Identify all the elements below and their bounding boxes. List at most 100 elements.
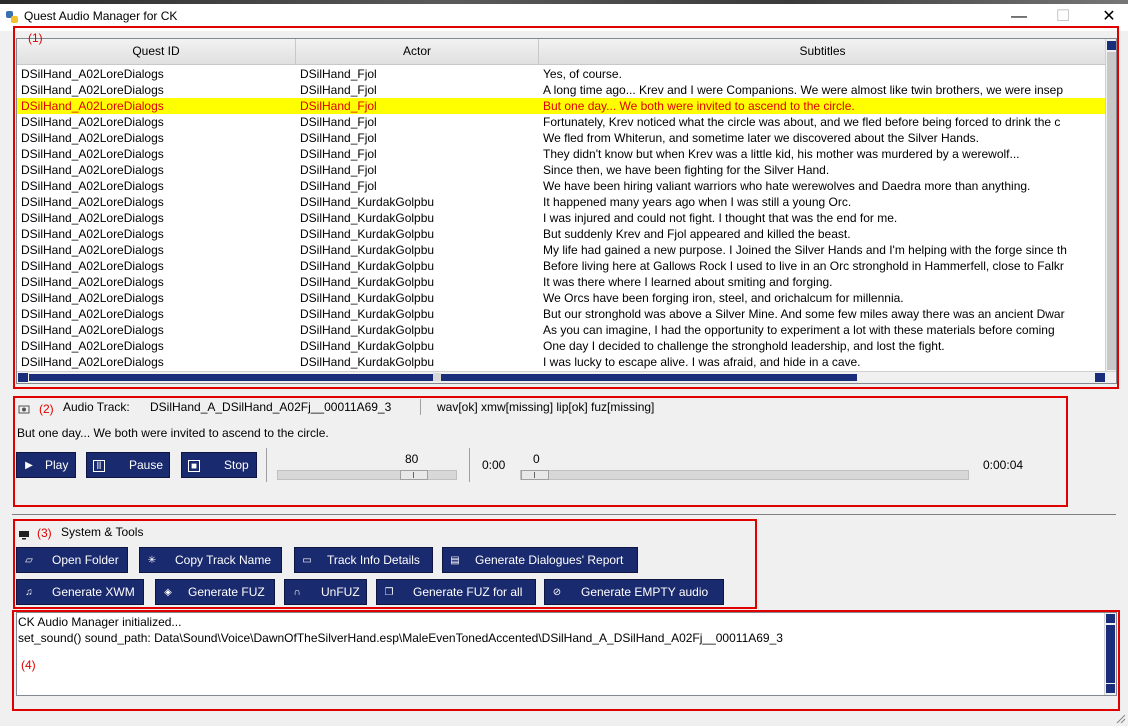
table-row[interactable]: DSilHand_A02LoreDialogs DSilHand_Fjol Fort…	[17, 114, 1107, 130]
copy-track-name-button[interactable]: ✳ Copy Track Name	[139, 547, 282, 573]
cell-quest-id: DSilHand_A02LoreDialogs	[21, 259, 164, 273]
scroll-left-arrow-icon[interactable]	[18, 373, 28, 382]
table-row[interactable]: DSilHand_A02LoreDialogs DSilHand_Fjol But …	[17, 98, 1107, 114]
cell-subtitle: It was there where I learned about smiti…	[543, 275, 833, 289]
cell-actor: DSilHand_KurdakGolpbu	[300, 211, 435, 225]
scroll-up-arrow-icon[interactable]	[1107, 41, 1116, 50]
log-output[interactable]: CK Audio Manager initialized... set_soun…	[16, 612, 1117, 696]
volume-slider-handle[interactable]	[400, 470, 428, 480]
dialog-table[interactable]: Quest ID Actor Subtitles DSilHand_A02Lor…	[16, 38, 1117, 384]
stop-button[interactable]: ■ Stop	[181, 452, 257, 478]
play-button[interactable]: ▶ Play	[16, 452, 76, 478]
volume-value: 80	[405, 452, 419, 466]
table-row[interactable]: DSilHand_A02LoreDialogs DSilHand_KurdakGo…	[17, 210, 1107, 226]
cell-subtitle: I was injured and could not fight. I tho…	[543, 211, 898, 225]
table-row[interactable]: DSilHand_A02LoreDialogs DSilHand_KurdakGo…	[17, 338, 1107, 354]
minimize-button[interactable]: —	[996, 6, 1042, 28]
cell-quest-id: DSilHand_A02LoreDialogs	[21, 83, 164, 97]
table-row[interactable]: DSilHand_A02LoreDialogs DSilHand_KurdakGo…	[17, 290, 1107, 306]
scroll-down-arrow-icon[interactable]	[1106, 684, 1115, 693]
column-header-actor[interactable]: Actor	[296, 39, 539, 64]
annotation-label-1: (1)	[28, 31, 43, 45]
table-header: Quest ID Actor Subtitles	[17, 39, 1107, 65]
log-line: set_sound() sound_path: Data\Sound\Voice…	[18, 631, 783, 645]
table-row[interactable]: DSilHand_A02LoreDialogs DSilHand_KurdakGo…	[17, 258, 1107, 274]
cell-quest-id: DSilHand_A02LoreDialogs	[21, 339, 164, 353]
generate-fuz-button[interactable]: ◈ Generate FUZ	[155, 579, 275, 605]
table-row[interactable]: DSilHand_A02LoreDialogs DSilHand_KurdakGo…	[17, 322, 1107, 338]
cell-actor: DSilHand_Fjol	[300, 99, 377, 113]
pause-button[interactable]: ll Pause	[86, 452, 170, 478]
audio-track-name: DSilHand_A_DSilHand_A02Fj__00011A69_3	[150, 400, 392, 414]
generate-empty-audio-label: Generate EMPTY audio	[581, 585, 709, 599]
cell-subtitle: Yes, of course.	[543, 67, 622, 81]
position-slider[interactable]	[520, 470, 969, 480]
scroll-right-arrow-icon[interactable]	[1095, 373, 1105, 382]
maximize-button[interactable]: ☐	[1040, 6, 1086, 28]
play-icon: ▶	[25, 460, 33, 471]
folder-icon: ▱	[25, 555, 33, 566]
unfuz-button[interactable]: ∩ UnFUZ	[284, 579, 367, 605]
cell-actor: DSilHand_KurdakGolpbu	[300, 323, 435, 337]
position-time: 0:00	[482, 458, 506, 472]
annotation-label-3: (3)	[37, 526, 52, 540]
generate-fuz-all-button[interactable]: ❐ Generate FUZ for all	[376, 579, 536, 605]
table-row[interactable]: DSilHand_A02LoreDialogs DSilHand_KurdakGo…	[17, 242, 1107, 258]
close-button[interactable]: ✕	[1086, 6, 1128, 28]
cell-subtitle: Before living here at Gallows Rock I use…	[543, 259, 1064, 273]
horizontal-scroll-thumb[interactable]	[29, 374, 857, 381]
cell-actor: DSilHand_Fjol	[300, 67, 377, 81]
window-title: Quest Audio Manager for CK	[24, 9, 178, 23]
log-vertical-scrollbar[interactable]	[1104, 613, 1116, 695]
cell-actor: DSilHand_Fjol	[300, 131, 377, 145]
track-info-details-button[interactable]: ▭ Track Info Details	[294, 547, 433, 573]
audio-track-label: Audio Track:	[63, 400, 130, 414]
table-row[interactable]: DSilHand_A02LoreDialogs DSilHand_Fjol Yes,…	[17, 66, 1107, 82]
generate-report-button[interactable]: ▤ Generate Dialogues' Report	[442, 547, 638, 573]
cell-quest-id: DSilHand_A02LoreDialogs	[21, 163, 164, 177]
generate-empty-audio-button[interactable]: ⊘ Generate EMPTY audio	[544, 579, 724, 605]
cell-subtitle: Since then, we have been fighting for th…	[543, 163, 830, 177]
title-top-strip	[0, 0, 1128, 4]
table-row[interactable]: DSilHand_A02LoreDialogs DSilHand_KurdakGo…	[17, 226, 1107, 242]
cell-quest-id: DSilHand_A02LoreDialogs	[21, 99, 164, 113]
cell-quest-id: DSilHand_A02LoreDialogs	[21, 147, 164, 161]
position-slider-handle[interactable]	[521, 470, 549, 480]
table-row[interactable]: DSilHand_A02LoreDialogs DSilHand_KurdakGo…	[17, 194, 1107, 210]
cell-quest-id: DSilHand_A02LoreDialogs	[21, 211, 164, 225]
scroll-up-arrow-icon[interactable]	[1106, 614, 1115, 623]
monitor-icon	[19, 531, 29, 540]
table-row[interactable]: DSilHand_A02LoreDialogs DSilHand_Fjol A lo…	[17, 82, 1107, 98]
table-row[interactable]: DSilHand_A02LoreDialogs DSilHand_Fjol We h…	[17, 178, 1107, 194]
scroll-grip-icon	[433, 373, 441, 381]
table-row[interactable]: DSilHand_A02LoreDialogs DSilHand_KurdakGo…	[17, 306, 1107, 322]
column-header-quest-id[interactable]: Quest ID	[17, 39, 296, 64]
cell-quest-id: DSilHand_A02LoreDialogs	[21, 179, 164, 193]
table-vertical-scrollbar[interactable]	[1105, 39, 1116, 372]
cell-quest-id: DSilHand_A02LoreDialogs	[21, 275, 164, 289]
annotation-label-2: (2)	[39, 402, 54, 416]
resize-grip-icon[interactable]	[1114, 712, 1126, 724]
table-row[interactable]: DSilHand_A02LoreDialogs DSilHand_KurdakGo…	[17, 274, 1107, 290]
table-horizontal-scrollbar[interactable]	[17, 371, 1116, 383]
volume-slider[interactable]	[277, 470, 457, 480]
table-row[interactable]: DSilHand_A02LoreDialogs DSilHand_Fjol Sinc…	[17, 162, 1107, 178]
log-scroll-thumb[interactable]	[1106, 625, 1115, 683]
vertical-scroll-thumb[interactable]	[1107, 52, 1116, 370]
cell-subtitle: We fled from Whiterun, and sometime late…	[543, 131, 979, 145]
table-row[interactable]: DSilHand_A02LoreDialogs DSilHand_KurdakGo…	[17, 354, 1107, 370]
cell-actor: DSilHand_KurdakGolpbu	[300, 355, 435, 369]
headphones-icon: ∩	[293, 587, 301, 598]
stop-icon: ■	[188, 460, 200, 472]
table-row[interactable]: DSilHand_A02LoreDialogs DSilHand_Fjol We f…	[17, 130, 1107, 146]
generate-xwm-button[interactable]: ♫ Generate XWM	[16, 579, 144, 605]
table-row[interactable]: DSilHand_A02LoreDialogs DSilHand_Fjol They…	[17, 146, 1107, 162]
cell-actor: DSilHand_KurdakGolpbu	[300, 227, 435, 241]
python-app-icon	[6, 11, 18, 23]
divider	[420, 399, 421, 415]
cell-actor: DSilHand_Fjol	[300, 163, 377, 177]
copy-track-name-label: Copy Track Name	[175, 553, 272, 567]
cell-quest-id: DSilHand_A02LoreDialogs	[21, 115, 164, 129]
open-folder-button[interactable]: ▱ Open Folder	[16, 547, 128, 573]
column-header-subtitles[interactable]: Subtitles	[539, 39, 1107, 64]
